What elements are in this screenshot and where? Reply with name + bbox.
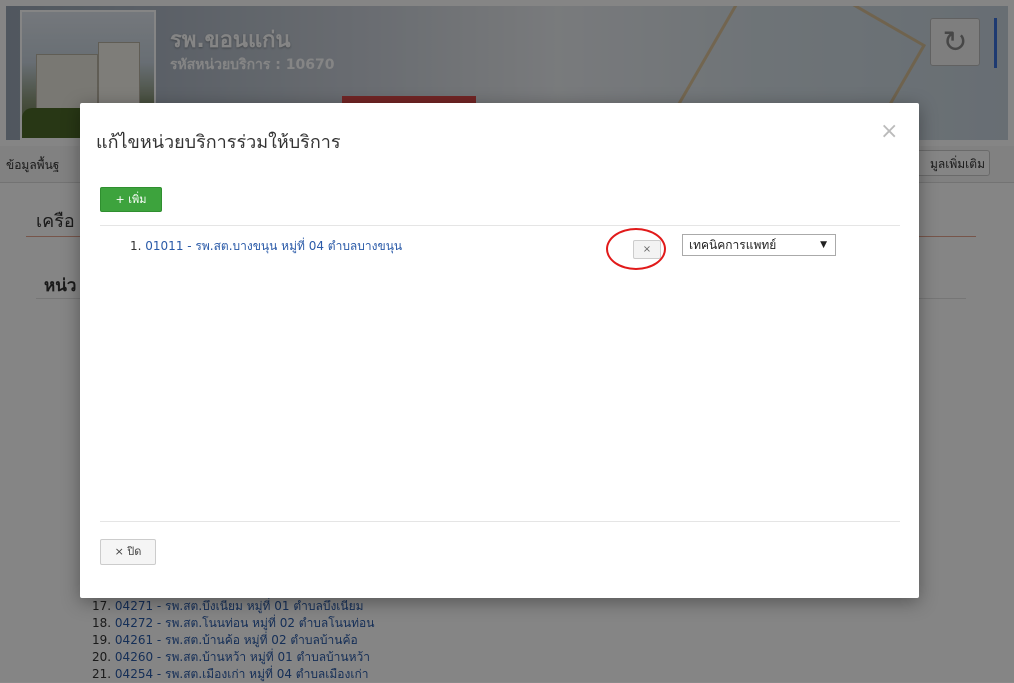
service-type-value: เทคนิคการแพทย์ <box>689 238 777 252</box>
close-button[interactable]: × ปิด <box>100 539 156 565</box>
close-icon[interactable]: × <box>880 119 898 144</box>
unit-row: 1. 01011 - รพ.สต.บางขนุน หมู่ที่ 04 ตำบล… <box>130 237 402 256</box>
edit-units-modal: แก้ไขหน่วยบริการร่วมให้บริการ × + เพิ่ม … <box>80 103 919 598</box>
unit-link[interactable]: 01011 - รพ.สต.บางขนุน หมู่ที่ 04 ตำบลบาง… <box>145 239 402 253</box>
footer-divider <box>100 521 900 522</box>
add-button[interactable]: + เพิ่ม <box>100 187 162 212</box>
list-divider <box>100 225 900 226</box>
service-type-select[interactable]: เทคนิคการแพทย์ ▼ <box>682 234 836 256</box>
chevron-down-icon: ▼ <box>820 240 827 250</box>
annotation-circle <box>606 228 666 270</box>
modal-title: แก้ไขหน่วยบริการร่วมให้บริการ <box>96 132 341 153</box>
row-number: 1. <box>130 239 142 253</box>
